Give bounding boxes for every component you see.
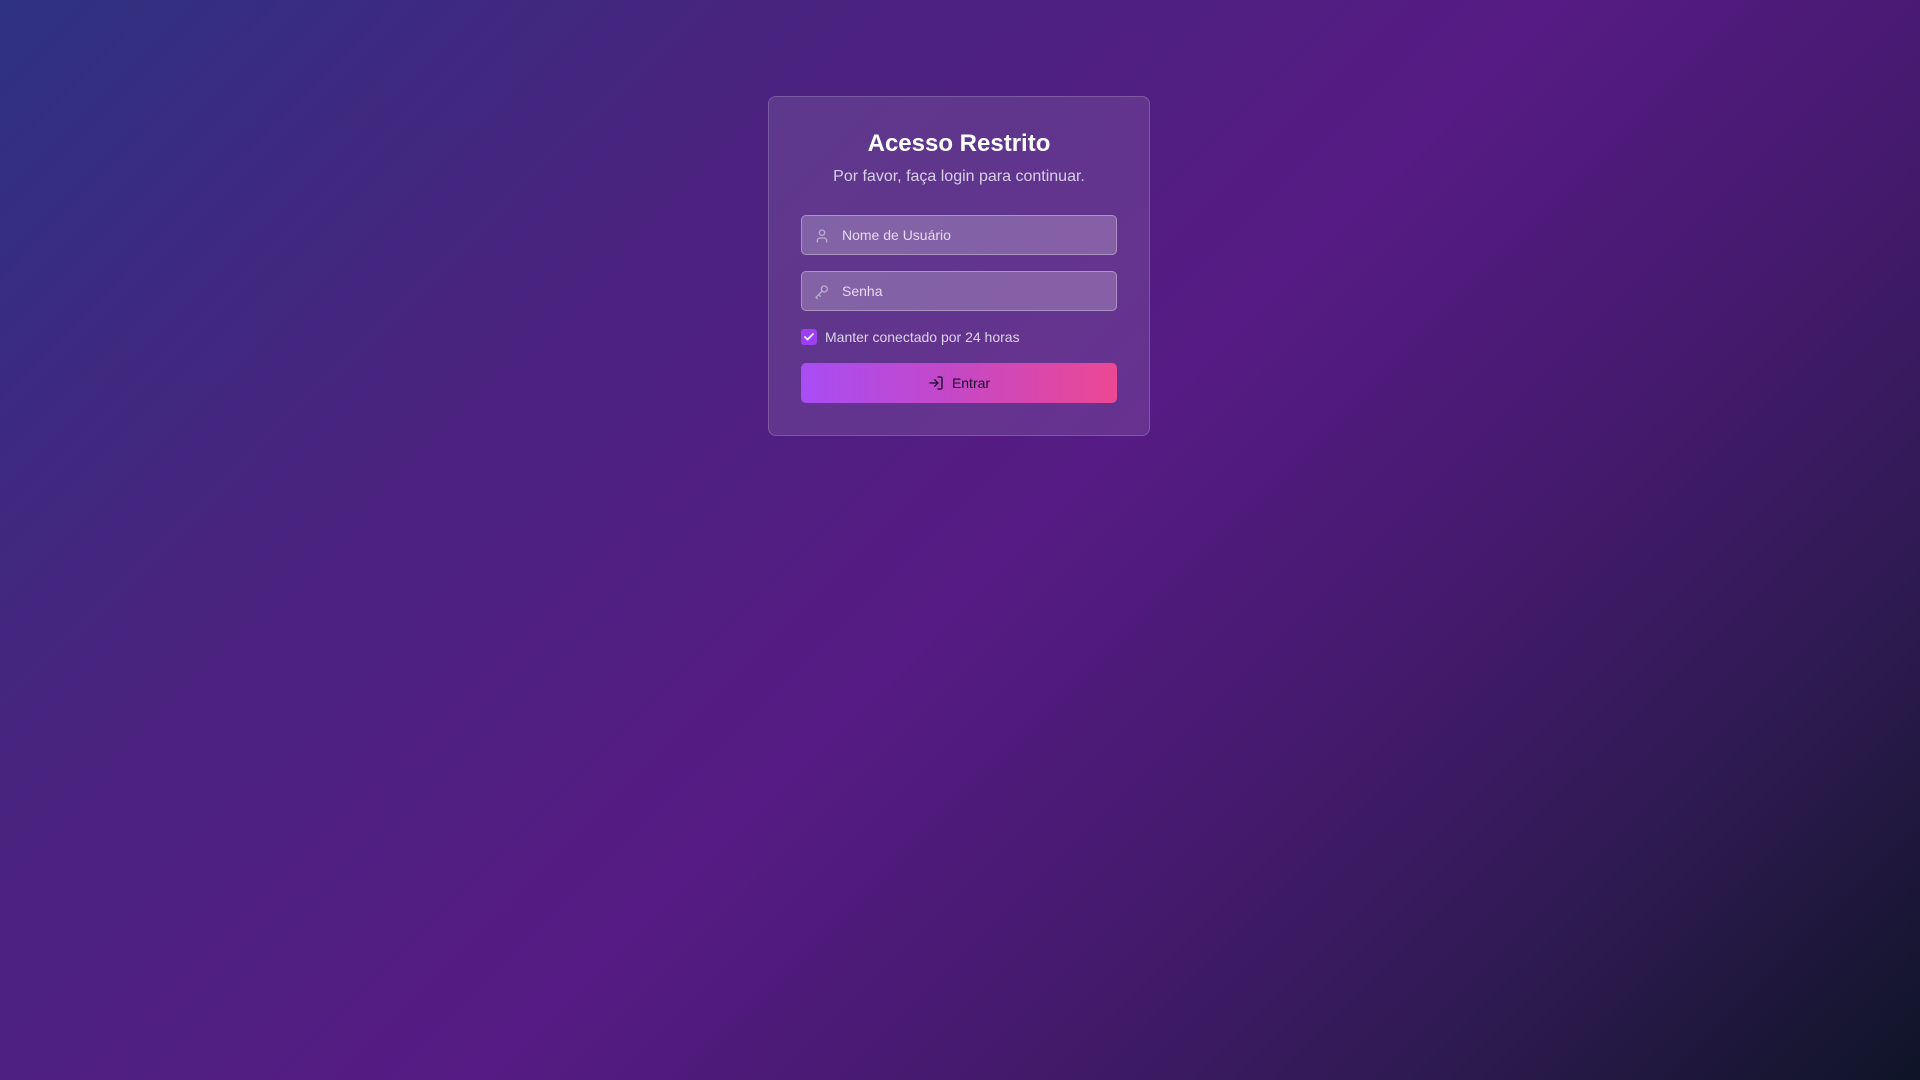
login-button[interactable]: Entrar <box>801 363 1117 403</box>
password-field <box>801 271 1117 311</box>
remember-me-checkbox[interactable] <box>801 329 817 345</box>
password-input[interactable] <box>802 272 1116 310</box>
login-card: Acesso Restrito Por favor, faça login pa… <box>768 96 1150 436</box>
remember-me-label[interactable]: Manter conectado por 24 horas <box>825 329 1020 345</box>
login-button-label: Entrar <box>951 375 991 391</box>
check-icon <box>804 333 814 341</box>
username-input[interactable] <box>802 216 1116 254</box>
log-in-icon <box>929 376 943 390</box>
remember-me-row: Manter conectado por 24 horas <box>801 328 1117 346</box>
login-subtitle: Por favor, faça login para continuar. <box>833 168 1085 185</box>
username-field <box>801 215 1117 255</box>
login-title: Acesso Restrito <box>867 130 1051 157</box>
